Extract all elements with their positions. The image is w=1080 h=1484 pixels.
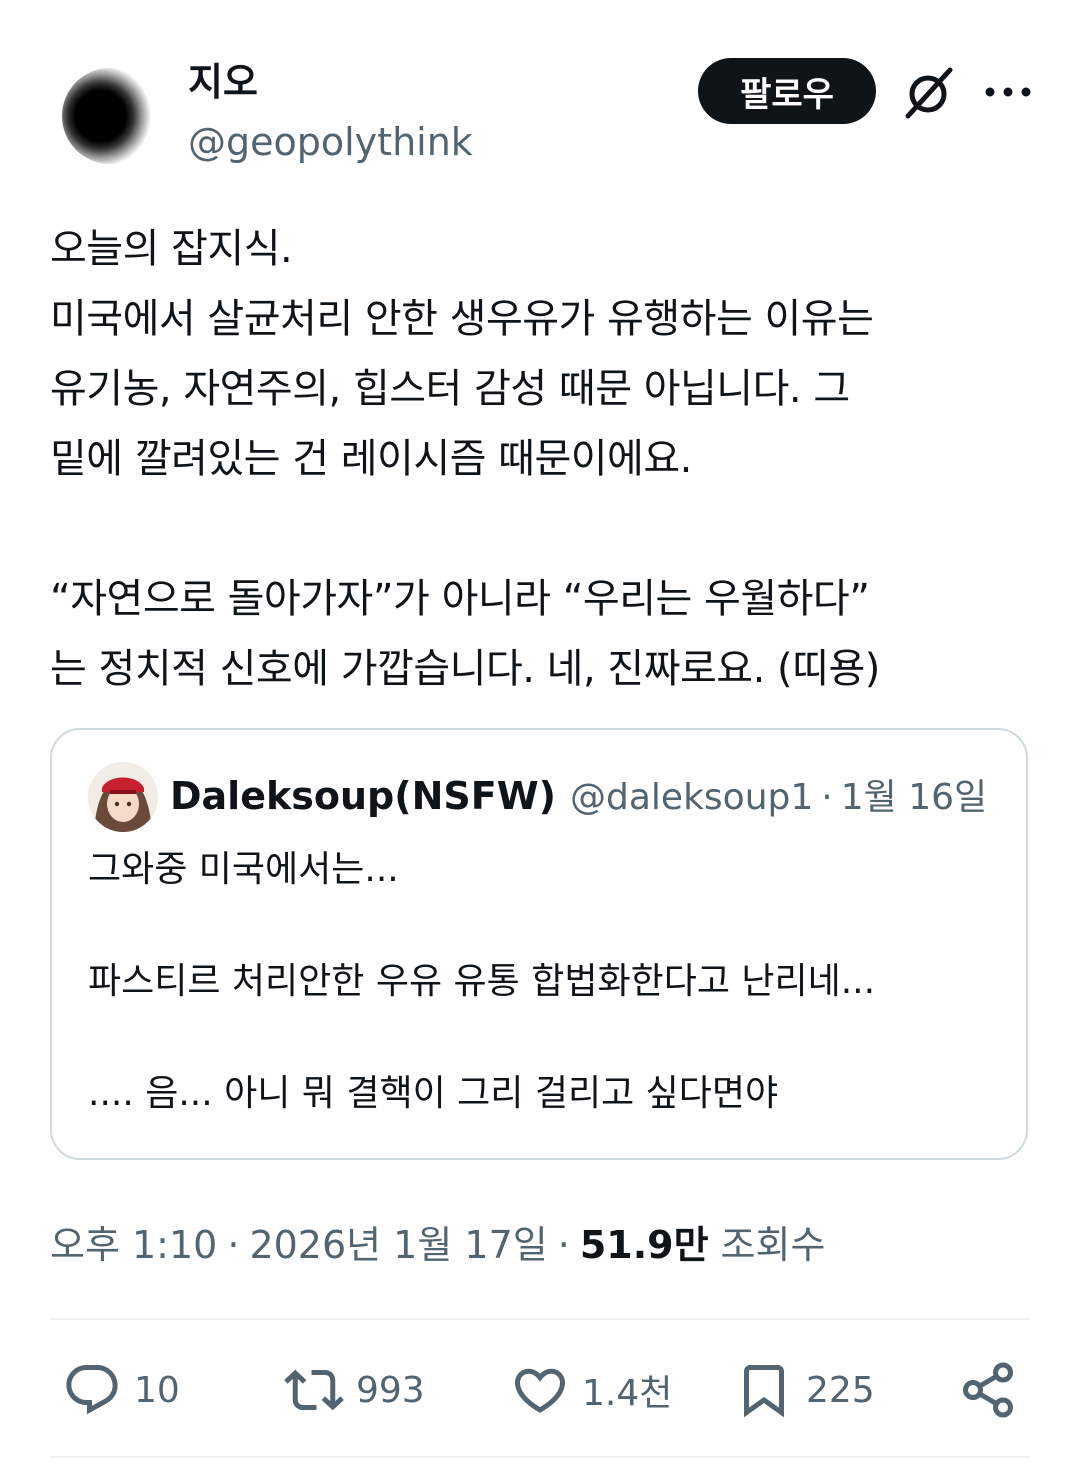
divider bbox=[50, 1318, 1030, 1320]
bookmark-count: 225 bbox=[806, 1369, 875, 1411]
quote-author-handle: @daleksoup1 bbox=[570, 777, 814, 818]
views-count: 51.9만 bbox=[579, 1223, 709, 1267]
author-avatar[interactable] bbox=[62, 68, 158, 164]
action-bar: 10 993 1.4천 225 bbox=[0, 1352, 1080, 1428]
post-time: 오후 1:10 bbox=[50, 1223, 218, 1267]
tweet-header: 지오 @geopolythink 팔로우 bbox=[0, 0, 1080, 190]
post-meta: 오후 1:10 · 2026년 1월 17일 · 51.9만 조회수 bbox=[50, 1214, 825, 1270]
grok-icon[interactable] bbox=[898, 64, 958, 124]
repost-button[interactable]: 993 bbox=[284, 1352, 425, 1428]
reply-count: 10 bbox=[134, 1369, 180, 1411]
meta-separator: · bbox=[227, 1223, 240, 1267]
post-text: 오늘의 잡지식. 미국에서 살균처리 안한 생우유가 유행하는 이유는 유기농,… bbox=[50, 226, 880, 692]
quote-text: 그와중 미국에서는... 파스티르 처리안한 우유 유통 합법화한다고 난리네.… bbox=[88, 849, 876, 1114]
quote-author-name: Daleksoup(NSFW) bbox=[170, 774, 557, 818]
reply-icon bbox=[66, 1365, 118, 1415]
quote-separator: · bbox=[821, 777, 833, 818]
meta-separator: · bbox=[557, 1223, 570, 1267]
follow-button[interactable]: 팔로우 bbox=[698, 58, 876, 124]
repost-icon bbox=[284, 1369, 344, 1411]
share-icon bbox=[963, 1362, 1013, 1418]
share-button[interactable] bbox=[958, 1352, 1018, 1428]
quote-date: 1월 16일 bbox=[840, 777, 988, 818]
views-label: 조회수 bbox=[720, 1223, 826, 1267]
like-button[interactable]: 1.4천 bbox=[510, 1352, 672, 1428]
divider bbox=[50, 1456, 1030, 1458]
author-handle[interactable]: @geopolythink bbox=[188, 118, 473, 166]
quote-tweet-card[interactable]: Daleksoup(NSFW) @daleksoup1 · 1월 16일 그와중… bbox=[50, 728, 1028, 1160]
like-count: 1.4천 bbox=[582, 1373, 673, 1414]
author-display-name[interactable]: 지오 bbox=[188, 58, 258, 106]
heart-icon bbox=[514, 1368, 566, 1413]
quote-author-avatar bbox=[88, 762, 158, 832]
more-icon[interactable] bbox=[980, 70, 1036, 114]
repost-count: 993 bbox=[356, 1369, 425, 1411]
reply-button[interactable]: 10 bbox=[62, 1352, 180, 1428]
post-date: 2026년 1월 17일 bbox=[249, 1223, 548, 1267]
bookmark-button[interactable]: 225 bbox=[734, 1352, 875, 1428]
bookmark-icon bbox=[744, 1365, 784, 1418]
